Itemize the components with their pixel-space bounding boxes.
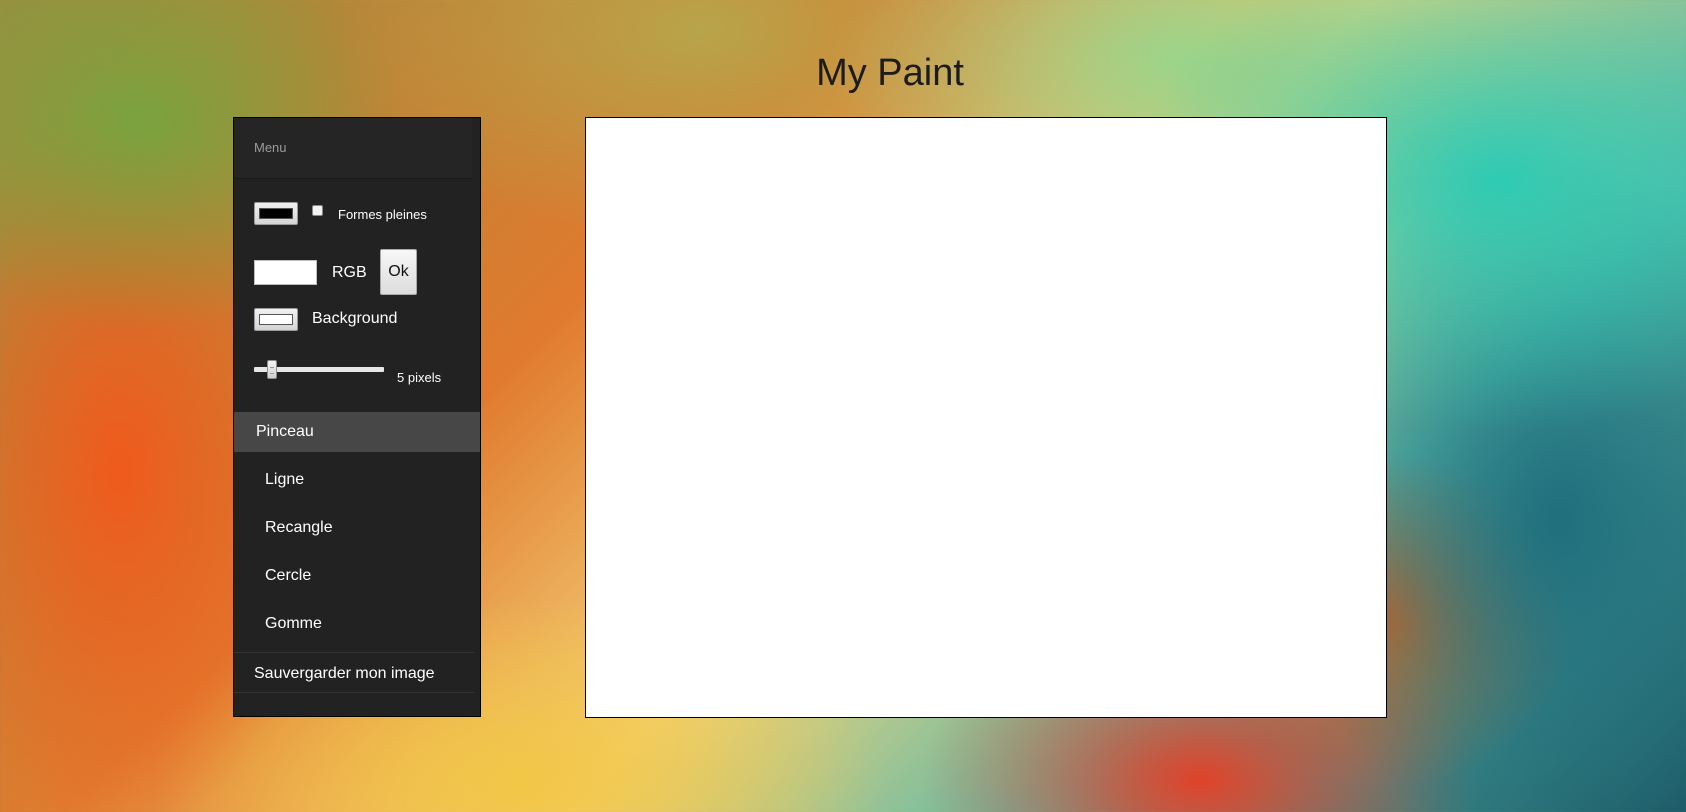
- background-row: Background: [254, 308, 474, 332]
- filled-shapes-label: Formes pleines: [338, 207, 427, 222]
- stroke-color-swatch: [259, 208, 293, 219]
- tool-ligne[interactable]: Ligne: [234, 456, 480, 504]
- brush-size-label: 5 pixels: [397, 370, 442, 385]
- rgb-row: RGB Ok: [254, 249, 474, 295]
- background-label: Background: [312, 310, 398, 327]
- page-title: My Paint: [816, 52, 964, 94]
- ok-button[interactable]: Ok: [380, 249, 417, 295]
- background-color-swatch: [259, 314, 293, 325]
- tool-menu-panel: Menu Formes pleines RGB Ok Background 5 …: [233, 117, 481, 717]
- tool-gomme[interactable]: Gomme: [234, 600, 480, 648]
- tool-list: Pinceau Ligne Recangle Cercle Gomme: [234, 412, 480, 648]
- background-color-picker[interactable]: [254, 308, 298, 331]
- menu-header: Menu: [234, 118, 472, 179]
- rgb-label: RGB: [332, 264, 367, 281]
- filled-shapes-checkbox[interactable]: [312, 205, 323, 216]
- tool-rectangle[interactable]: Recangle: [234, 504, 480, 552]
- brush-size-slider-thumb[interactable]: [266, 360, 277, 379]
- save-image-button[interactable]: Sauvergarder mon image: [234, 652, 474, 693]
- drawing-canvas[interactable]: [585, 117, 1387, 718]
- rgb-input[interactable]: [254, 260, 317, 285]
- tool-cercle[interactable]: Cercle: [234, 552, 480, 600]
- stroke-options-row: Formes pleines: [254, 202, 474, 226]
- tool-pinceau[interactable]: Pinceau: [234, 412, 480, 452]
- stroke-color-picker[interactable]: [254, 202, 298, 225]
- brush-size-row: 5 pixels: [254, 358, 474, 388]
